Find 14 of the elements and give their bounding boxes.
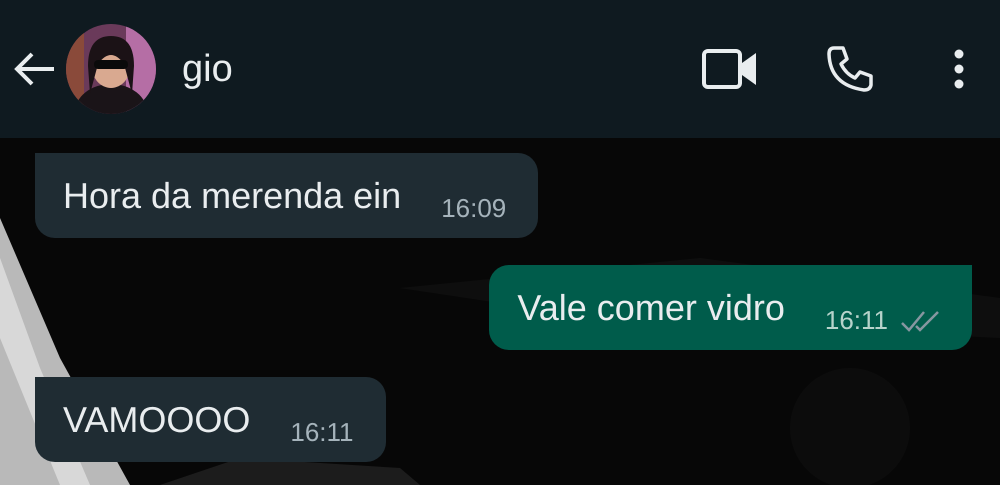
- message-bubble[interactable]: Vale comer vidro 16:11: [489, 265, 972, 350]
- back-arrow-icon[interactable]: [12, 51, 56, 87]
- video-call-icon[interactable]: [702, 49, 758, 89]
- message-time: 16:09: [441, 193, 506, 224]
- more-options-icon[interactable]: [954, 49, 964, 89]
- contact-name[interactable]: gio: [182, 48, 233, 90]
- message-time: 16:11: [290, 417, 354, 448]
- message-text: VAMOOOO: [63, 398, 250, 441]
- message-bubble[interactable]: VAMOOOO 16:11: [35, 377, 386, 462]
- message-time: 16:11: [824, 305, 888, 336]
- message-bubble[interactable]: Hora da merenda ein 16:09: [35, 153, 538, 238]
- message-text: Vale comer vidro: [517, 286, 785, 329]
- phone-icon[interactable]: [826, 45, 874, 93]
- message-text: Hora da merenda ein: [63, 174, 402, 217]
